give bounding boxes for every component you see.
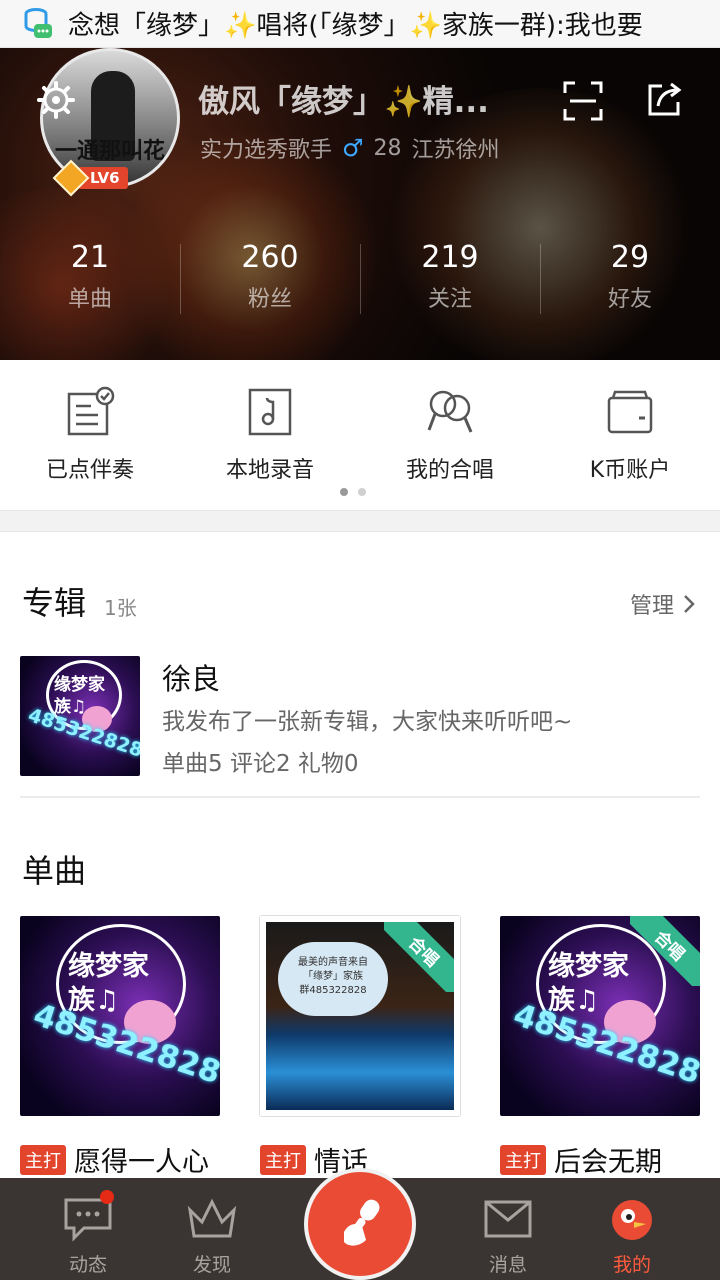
album-item[interactable]: 缘梦家 族♫ 485322828 徐良 我发布了一张新专辑，大家快来听听吧~ 单… [20,656,700,780]
single-item[interactable]: 缘梦家 族♫ 485322828 合唱 主打 后会无期 [500,916,700,1178]
shortcut-kcoin-account[interactable]: K币账户 [540,360,720,510]
album-section-title: 专辑 [22,584,87,622]
crown-icon [187,1198,237,1238]
featured-badge: 主打 [260,1144,306,1175]
divider [20,796,700,798]
single-name: 愿得一人心 [74,1147,209,1178]
album-count: 1张 [104,596,137,620]
featured-badge: 主打 [500,1144,546,1175]
profile-subtitle: 实力选秀歌手 ♂ 28 江苏徐州 [200,134,500,163]
nav-discover[interactable]: 发现 [162,1178,262,1280]
notification-text: 念想「缘梦」✨唱将(「缘梦」✨家族一群):我也要 [68,11,643,41]
cover-cloud-text: 最美的声音来自 「缘梦」家族 群485322828 [278,942,388,1016]
duet-icon [427,390,473,433]
duet-ribbon: 合唱 [384,922,454,992]
qq-chat-icon [24,7,52,38]
nav-me[interactable]: 我的 [582,1178,682,1280]
wallet-icon [607,390,653,434]
shortcut-requested-accompaniment[interactable]: 已点伴奏 [0,360,180,510]
singles-section-title: 单曲 [22,852,87,890]
shortcut-my-duets[interactable]: 我的合唱 [360,360,540,510]
male-icon: ♂ [342,134,364,162]
stat-songs[interactable]: 21 单曲 [0,236,180,326]
stats-row: 21 单曲 260 粉丝 219 关注 29 好友 [0,236,720,326]
record-mic-button[interactable] [304,1168,416,1280]
level-badge: LV6 [52,159,128,197]
profile-header: 一通那叫花 LV6 傲风「缘梦」✨精... 实力选秀歌手 ♂ 28 江苏徐州 2… [0,48,720,360]
nav-messages[interactable]: 消息 [458,1178,558,1280]
chevron-right-icon [684,595,695,613]
unread-dot [100,1190,114,1204]
share-icon[interactable] [644,80,684,120]
gear-icon[interactable] [36,80,76,120]
album-stats: 单曲5 评论2 礼物0 [162,751,359,777]
stat-friends[interactable]: 29 好友 [540,236,720,326]
bird-mascot-icon [612,1200,652,1240]
single-item[interactable]: 最美的声音来自 「缘梦」家族 群485322828 合唱 主打 情话 [260,916,460,1178]
single-cover: 缘梦家 族♫ 485322828 [20,916,220,1116]
notification-bar[interactable]: 念想「缘梦」✨唱将(「缘梦」✨家族一群):我也要 [0,0,720,48]
single-cover: 最美的声音来自 「缘梦」家族 群485322828 合唱 [260,916,460,1116]
profile-name: 傲风「缘梦」✨精... [198,84,489,120]
featured-badge: 主打 [20,1144,66,1175]
music-note-icon [248,388,292,436]
stat-following[interactable]: 219 关注 [360,236,540,326]
scan-icon[interactable] [562,80,604,122]
microphone-icon [344,1199,380,1246]
envelope-icon [484,1200,532,1238]
single-item[interactable]: 缘梦家 族♫ 485322828 主打 愿得一人心 [20,916,220,1178]
shortcut-local-recordings[interactable]: 本地录音 [180,360,360,510]
single-name: 后会无期 [554,1147,662,1178]
album-description: 我发布了一张新专辑，大家快来听听吧~ [162,709,573,735]
album-cover: 缘梦家 族♫ 485322828 [20,656,140,776]
manage-button[interactable]: 管理 [630,588,696,620]
avatar-caption: 一通那叫花 [54,139,165,164]
checklist-icon [67,386,115,436]
album-name: 徐良 [162,662,221,696]
section-gap [0,510,720,532]
duet-ribbon: 合唱 [630,916,700,986]
single-cover: 缘梦家 族♫ 485322828 合唱 [500,916,700,1116]
nav-feed[interactable]: 动态 [38,1178,138,1280]
page-indicator [340,488,366,496]
stat-fans[interactable]: 260 粉丝 [180,236,360,326]
